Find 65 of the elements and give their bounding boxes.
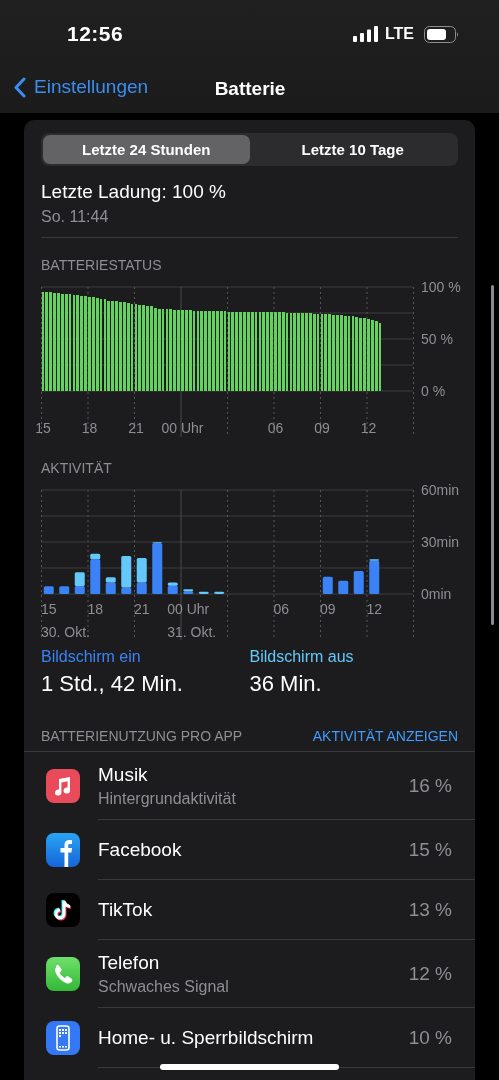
screen-time-value: 1 Std., 42 Min.	[41, 671, 183, 697]
app-name: Musik	[98, 763, 148, 786]
x-axis-label: 15	[40, 601, 57, 617]
music-note-logo-icon	[46, 893, 80, 927]
phone-screen-icon	[46, 1021, 80, 1055]
page-title: Batterie	[214, 78, 286, 100]
activity-bar	[214, 591, 225, 594]
x-axis-label: 09	[319, 601, 336, 617]
activity-bar	[43, 586, 54, 594]
usage-percent: 13 %	[408, 898, 452, 922]
app-name: Facebook	[98, 838, 182, 861]
music-note-icon	[46, 769, 80, 803]
date-label: 30. Okt.	[40, 624, 90, 640]
section-heading: AKTIVITÄT	[41, 460, 113, 476]
back-button[interactable]: Einstellungen	[13, 76, 149, 98]
y-axis-label: 50 %	[421, 331, 453, 347]
legend-label: Bildschirm aus	[249, 648, 354, 666]
battery-icon	[424, 25, 461, 43]
x-axis-label: 18	[87, 601, 104, 617]
y-axis-label: 30min	[421, 534, 460, 550]
phone-icon	[46, 957, 80, 991]
x-axis-label: 06	[267, 420, 284, 436]
x-axis-label: 12	[360, 420, 377, 436]
app-detail: Schwaches Signal	[98, 977, 229, 996]
screen-time-value: 36 Min.	[249, 671, 322, 697]
activity-bar	[59, 586, 70, 594]
section-heading: BATTERIENUTZUNG PRO APP	[41, 728, 243, 744]
x-axis-label: 00 Uhr	[167, 601, 210, 617]
signal-icon	[353, 26, 378, 42]
legend-label: Bildschirm ein	[41, 648, 141, 666]
y-axis-label: 100 %	[421, 279, 461, 295]
status-time: 12:56	[67, 22, 124, 46]
y-axis-label: 60min	[421, 482, 460, 498]
y-axis-label: 0min	[421, 586, 452, 602]
x-axis-label: 09	[314, 420, 330, 436]
activity-bar	[198, 591, 209, 594]
segment-tab[interactable]: Letzte 10 Tage	[249, 135, 456, 164]
x-axis-label: 12	[366, 601, 383, 617]
app-detail: Hintergrundaktivität	[98, 789, 236, 808]
activity-bar	[338, 580, 349, 594]
date-label: 31. Okt.	[167, 624, 217, 640]
section-heading: BATTERIESTATUS	[41, 257, 163, 273]
usage-percent: 15 %	[408, 838, 452, 862]
x-axis-label: 15	[35, 420, 51, 436]
usage-percent: 10 %	[408, 1026, 452, 1050]
x-axis-label: 18	[81, 420, 98, 436]
back-chevron-icon	[13, 76, 26, 98]
y-axis-label: 0 %	[421, 383, 446, 399]
f-logo-icon	[46, 833, 80, 867]
app-name: TikTok	[98, 898, 153, 921]
network-label: LTE	[385, 25, 415, 43]
segment-tab[interactable]: Letzte 24 Stunden	[43, 135, 250, 164]
x-axis-label: 00 Uhr	[161, 420, 204, 436]
app-name: Home- u. Sperrbildschirm	[98, 1026, 314, 1049]
activity-bar	[322, 576, 333, 594]
show-activity-link[interactable]: AKTIVITÄT ANZEIGEN	[312, 728, 458, 744]
x-axis-label: 21	[128, 420, 144, 436]
x-axis-label: 06	[273, 601, 290, 617]
activity-bar	[353, 571, 364, 594]
usage-percent: 16 %	[408, 774, 452, 798]
x-axis-label: 21	[133, 601, 150, 617]
last-charge-label: Letzte Ladung: 100 %	[41, 181, 227, 203]
usage-percent: 12 %	[408, 962, 452, 986]
app-name: Telefon	[98, 951, 160, 974]
last-charge-time: So. 11:44	[41, 208, 110, 226]
